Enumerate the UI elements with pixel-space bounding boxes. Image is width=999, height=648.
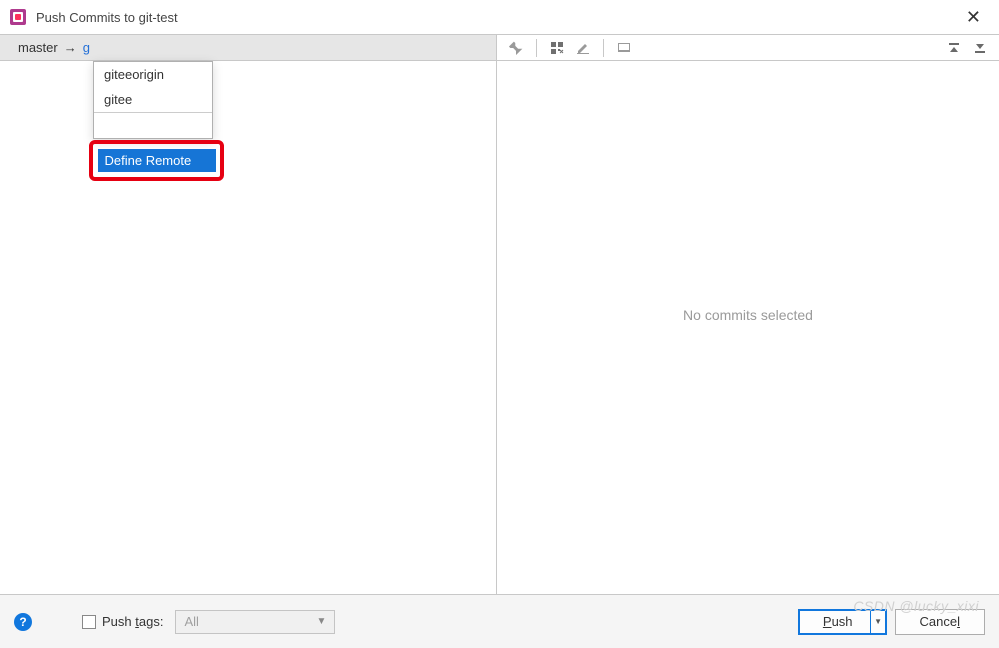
footer: ? Push tags: All ▼ Push ▼ Cancel xyxy=(0,595,999,648)
app-icon xyxy=(10,9,26,25)
branch-row[interactable]: master → g xyxy=(0,35,496,61)
cancel-button[interactable]: Cancel xyxy=(895,609,985,635)
chevron-down-icon: ▼ xyxy=(317,616,327,627)
grid-icon[interactable] xyxy=(548,39,566,57)
dropdown-separator xyxy=(94,112,212,113)
right-pane: No commits selected xyxy=(497,35,999,594)
window-title: Push Commits to git-test xyxy=(36,10,958,25)
push-button-label: Push xyxy=(823,614,853,629)
pin-icon[interactable] xyxy=(507,39,525,57)
edit-icon[interactable] xyxy=(574,39,592,57)
collapse-top-icon[interactable] xyxy=(945,39,963,57)
push-tags-combo[interactable]: All ▼ xyxy=(175,610,335,634)
push-tags-combo-value: All xyxy=(184,614,198,629)
push-tags-checkbox[interactable] xyxy=(82,615,96,629)
content: master → g giteeorigin gitee Define Remo… xyxy=(0,35,999,594)
close-icon[interactable]: ✕ xyxy=(958,3,989,32)
right-toolbar xyxy=(497,35,999,61)
cancel-button-label: Cancel xyxy=(920,614,960,629)
push-button[interactable]: Push ▼ xyxy=(798,609,887,635)
local-branch: master xyxy=(18,40,58,55)
highlight-box: Define Remote xyxy=(89,140,224,181)
help-icon[interactable]: ? xyxy=(14,613,32,631)
remote-link[interactable]: g xyxy=(83,40,90,55)
chevron-down-icon[interactable]: ▼ xyxy=(870,610,886,634)
left-pane: master → g giteeorigin gitee Define Remo… xyxy=(0,35,497,594)
toolbar-separator xyxy=(603,39,604,57)
remote-dropdown: giteeorigin gitee Define Remote xyxy=(93,61,213,139)
dropdown-item-define-remote[interactable]: Define Remote xyxy=(98,149,216,172)
screen-icon[interactable] xyxy=(615,39,633,57)
push-tags-checkbox-wrap[interactable]: Push tags: xyxy=(82,614,163,629)
dropdown-item-giteeorigin[interactable]: giteeorigin xyxy=(94,62,212,87)
titlebar: Push Commits to git-test ✕ xyxy=(0,0,999,34)
dropdown-item-gitee[interactable]: gitee xyxy=(94,87,212,112)
collapse-bottom-icon[interactable] xyxy=(971,39,989,57)
push-tags-label: Push tags: xyxy=(102,614,163,629)
toolbar-separator xyxy=(536,39,537,57)
arrow-icon: → xyxy=(64,40,77,55)
empty-state-text: No commits selected xyxy=(683,307,813,323)
